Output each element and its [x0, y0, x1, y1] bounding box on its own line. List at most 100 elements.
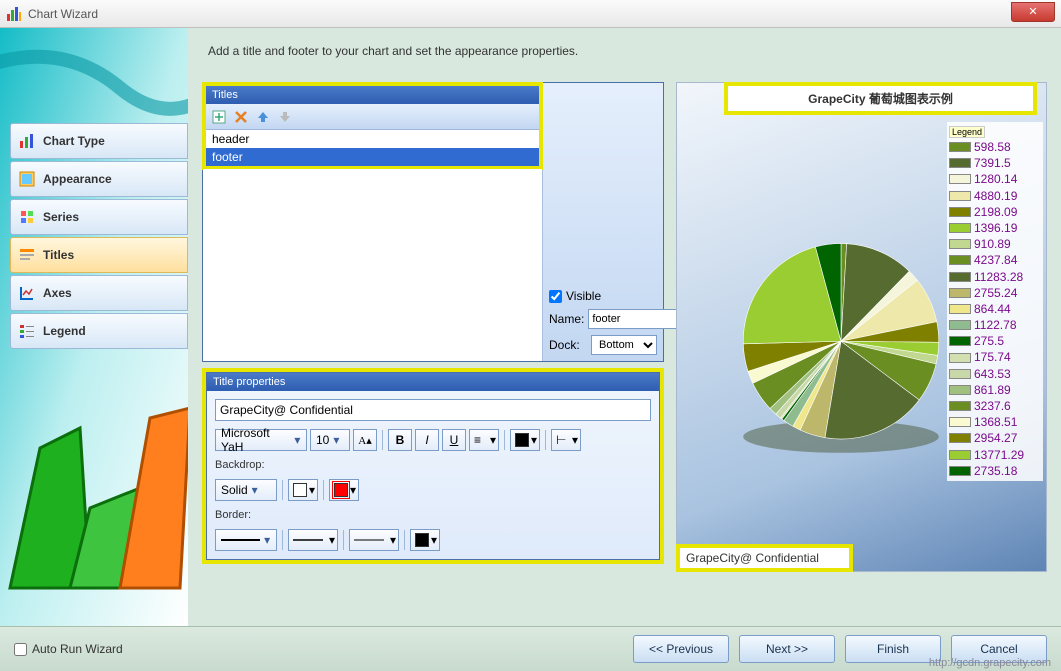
close-button[interactable]: ✕ — [1011, 2, 1055, 22]
chevron-down-icon: ▾ — [329, 433, 343, 447]
nav-label: Titles — [43, 248, 74, 262]
preview-footer: GrapeCity@ Confidential — [676, 544, 853, 572]
titles-toolbar — [206, 104, 539, 130]
legend-row: 2735.18 — [949, 463, 1041, 479]
move-down-icon[interactable] — [278, 110, 292, 124]
axes-icon — [19, 285, 35, 301]
nav-appearance[interactable]: Appearance — [10, 161, 188, 197]
title-properties-panel: Title properties Microsoft YaH▾ 10▾ A▴ B… — [202, 368, 664, 564]
legend: Legend 598.587391.51280.144880.192198.09… — [947, 122, 1043, 481]
legend-row: 864.44 — [949, 301, 1041, 317]
backdrop-style-combo[interactable]: Solid▾ — [215, 479, 277, 501]
text-color-button[interactable]: ▾ — [510, 429, 540, 451]
titles-list: header footer — [206, 130, 539, 166]
visible-label: Visible — [566, 289, 601, 303]
increase-size-button[interactable]: A▴ — [353, 429, 377, 451]
italic-button[interactable]: I — [415, 429, 439, 451]
font-size-combo[interactable]: 10▾ — [310, 429, 350, 451]
visible-checkbox[interactable] — [549, 290, 562, 303]
title-text-input[interactable] — [215, 399, 651, 421]
legend-row: 1396.19 — [949, 220, 1041, 236]
list-item[interactable]: footer — [206, 148, 539, 166]
add-icon[interactable] — [212, 110, 226, 124]
dock-select[interactable]: Bottom — [591, 335, 657, 355]
font-size-value: 10 — [316, 433, 329, 447]
nav-label: Chart Type — [43, 134, 105, 148]
backdrop-color2-button[interactable]: ▾ — [329, 479, 359, 501]
legend-row: 7391.5 — [949, 155, 1041, 171]
list-item[interactable]: header — [206, 130, 539, 148]
align-button[interactable]: ≡▾ — [469, 429, 499, 451]
legend-row: 861.89 — [949, 382, 1041, 398]
window-title: Chart Wizard — [28, 7, 98, 21]
dock-label: Dock: — [549, 338, 587, 352]
props-header: Title properties — [207, 373, 659, 391]
border-dash-button[interactable]: ▾ — [288, 529, 338, 551]
instruction-text: Add a title and footer to your chart and… — [208, 44, 1047, 58]
legend-row: 175.74 — [949, 349, 1041, 365]
border-color-button[interactable]: ▾ — [410, 529, 440, 551]
legend-row: 11283.28 — [949, 269, 1041, 285]
legend-row: 275.5 — [949, 333, 1041, 349]
nav-chart-type[interactable]: Chart Type — [10, 123, 188, 159]
nav-list: Chart Type Appearance Series Titles Axes… — [10, 123, 188, 351]
border-label: Border: — [215, 509, 651, 521]
finish-button[interactable]: Finish — [845, 635, 941, 663]
pie-chart — [726, 232, 956, 462]
preview-title: GrapeCity 葡萄城图表示例 — [724, 82, 1037, 115]
appearance-icon — [19, 171, 35, 187]
legend-row: 1280.14 — [949, 171, 1041, 187]
delete-icon[interactable] — [234, 110, 248, 124]
titles-side-props: Visible Name: Dock: Bottom — [543, 83, 663, 361]
orientation-button[interactable]: ⊢▾ — [551, 429, 581, 451]
next-button[interactable]: Next >> — [739, 635, 835, 663]
legend-row: 1122.78 — [949, 317, 1041, 333]
nav-titles[interactable]: Titles — [10, 237, 188, 273]
legend-row: 2954.27 — [949, 430, 1041, 446]
name-label: Name: — [549, 312, 584, 326]
legend-row: 643.53 — [949, 366, 1041, 382]
nav-series[interactable]: Series — [10, 199, 188, 235]
backdrop-style-value: Solid — [221, 483, 248, 497]
legend-row: 13771.29 — [949, 447, 1041, 463]
nav-legend[interactable]: Legend — [10, 313, 188, 349]
chart-preview: GrapeCity 葡萄城图表示例 Legend 598.587391.5128… — [676, 82, 1047, 572]
titles-panel-header: Titles — [206, 86, 539, 104]
font-family-combo[interactable]: Microsoft YaH▾ — [215, 429, 307, 451]
nav-axes[interactable]: Axes — [10, 275, 188, 311]
legend-header: Legend — [949, 126, 985, 138]
titles-panel: Titles header footer — [202, 82, 664, 362]
legend-row: 598.58 — [949, 139, 1041, 155]
auto-run-checkbox[interactable] — [14, 643, 27, 656]
nav-label: Appearance — [43, 172, 112, 186]
legend-row: 3237.6 — [949, 398, 1041, 414]
auto-run-label: Auto Run Wizard — [32, 642, 123, 656]
legend-row: 910.89 — [949, 236, 1041, 252]
legend-row: 1368.51 — [949, 414, 1041, 430]
previous-button[interactable]: << Previous — [633, 635, 729, 663]
nav-label: Legend — [43, 324, 86, 338]
chart-type-icon — [19, 133, 35, 149]
series-icon — [19, 209, 35, 225]
backdrop-color1-button[interactable]: ▾ — [288, 479, 318, 501]
wizard-button-bar: Auto Run Wizard << Previous Next >> Fini… — [0, 626, 1061, 671]
chevron-down-icon: ▾ — [291, 433, 304, 447]
nav-label: Axes — [43, 286, 72, 300]
titles-icon — [19, 247, 35, 263]
nav-label: Series — [43, 210, 79, 224]
move-up-icon[interactable] — [256, 110, 270, 124]
underline-button[interactable]: U — [442, 429, 466, 451]
app-icon — [6, 6, 22, 22]
border-weight-button[interactable]: ▾ — [349, 529, 399, 551]
border-style-combo[interactable]: ▾ — [215, 529, 277, 551]
legend-row: 2755.24 — [949, 285, 1041, 301]
titlebar: Chart Wizard ✕ — [0, 0, 1061, 28]
legend-row: 4237.84 — [949, 252, 1041, 268]
watermark: http://gcdn.grapecity.com — [929, 657, 1051, 669]
backdrop-label: Backdrop: — [215, 459, 651, 471]
sidebar: Chart Type Appearance Series Titles Axes… — [0, 28, 188, 626]
legend-icon — [19, 323, 35, 339]
bold-button[interactable]: B — [388, 429, 412, 451]
font-family-value: Microsoft YaH — [221, 426, 291, 454]
legend-row: 2198.09 — [949, 204, 1041, 220]
